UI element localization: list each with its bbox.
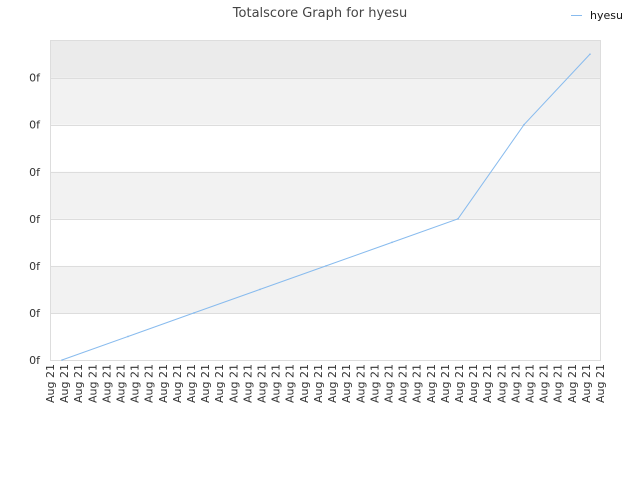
x-tick-label: Aug 21 — [44, 364, 57, 403]
legend: hyesu — [571, 9, 623, 22]
y-axis-ticks: 0f 0f 0f 0f 0f 0f 0f — [29, 72, 41, 367]
data-point — [523, 123, 525, 126]
y-tick-label: 0f — [29, 260, 41, 273]
data-point — [325, 265, 327, 267]
grid-band — [50, 265, 600, 313]
x-tick-label: Aug 21 — [397, 364, 410, 403]
x-tick-label: Aug 21 — [425, 364, 438, 403]
x-axis-ticks: Aug 21 Aug 21 Aug 21 Aug 21 Aug 21 Aug 21 Aug … — [44, 364, 607, 403]
data-point — [457, 218, 459, 220]
x-tick-label: Aug 21 — [382, 364, 395, 403]
data-point — [127, 335, 129, 338]
legend-label: hyesu — [590, 9, 623, 22]
line-chart: Totalscore Graph for hyesu hyesu 0f0f0f0… — [29, 6, 623, 403]
x-tick-label: Aug 21 — [86, 364, 99, 403]
grid-band-top — [50, 40, 600, 78]
x-tick-label: Aug 21 — [72, 364, 85, 403]
y-tick-label: 0f — [29, 166, 41, 179]
x-tick-label: Aug 21 — [284, 364, 297, 403]
y-tick-label: 0f — [29, 354, 41, 367]
y-tick-label: 0f — [29, 119, 41, 132]
x-tick-label: Aug 21 — [100, 364, 113, 403]
x-tick-label: Aug 21 — [467, 364, 480, 403]
x-tick-label: Aug 21 — [298, 364, 311, 403]
y-tick-label: 0f — [29, 72, 41, 85]
x-tick-label: Aug 21 — [326, 364, 339, 403]
x-tick-label: Aug 21 — [354, 364, 367, 403]
data-point — [193, 312, 195, 314]
grid-band — [50, 171, 600, 219]
data-point — [61, 359, 63, 361]
data-point — [259, 288, 261, 291]
x-tick-label: Aug 21 — [115, 364, 128, 403]
x-tick-label: Aug 21 — [340, 364, 353, 403]
x-tick-label: Aug 21 — [509, 364, 522, 403]
x-tick-label: Aug 21 — [439, 364, 452, 403]
x-tick-label: Aug 21 — [241, 364, 254, 403]
x-tick-label: Aug 21 — [411, 364, 424, 403]
x-tick-label: Aug 21 — [143, 364, 156, 403]
x-tick-label: Aug 21 — [58, 364, 71, 403]
chart-title: Totalscore Graph for hyesu — [232, 6, 407, 21]
x-tick-label: Aug 21 — [185, 364, 198, 403]
x-tick-label: Aug 21 — [312, 364, 325, 403]
x-tick-label: Aug 21 — [566, 364, 579, 403]
y-tick-label: 0f — [29, 213, 41, 226]
grid-band — [50, 77, 600, 125]
x-tick-label: Aug 21 — [481, 364, 494, 403]
x-tick-label: Aug 21 — [199, 364, 212, 403]
x-tick-label: Aug 21 — [538, 364, 551, 403]
data-point — [391, 241, 393, 244]
x-tick-label: Aug 21 — [453, 364, 466, 403]
x-tick-label: Aug 21 — [495, 364, 508, 403]
data-point — [589, 53, 591, 55]
x-tick-label: Aug 21 — [157, 364, 170, 403]
x-tick-label: Aug 21 — [213, 364, 226, 403]
x-tick-label: Aug 21 — [368, 364, 381, 403]
x-tick-label: Aug 21 — [129, 364, 142, 403]
x-tick-label: Aug 21 — [523, 364, 536, 403]
plot-bands — [50, 40, 600, 313]
x-tick-label: Aug 21 — [256, 364, 269, 403]
x-tick-label: Aug 21 — [270, 364, 283, 403]
x-tick-label: Aug 21 — [594, 364, 607, 403]
x-tick-label: Aug 21 — [227, 364, 240, 403]
x-tick-label: Aug 21 — [580, 364, 593, 403]
x-tick-label: Aug 21 — [171, 364, 184, 403]
y-tick-label: 0f — [29, 307, 41, 320]
x-tick-label: Aug 21 — [552, 364, 565, 403]
